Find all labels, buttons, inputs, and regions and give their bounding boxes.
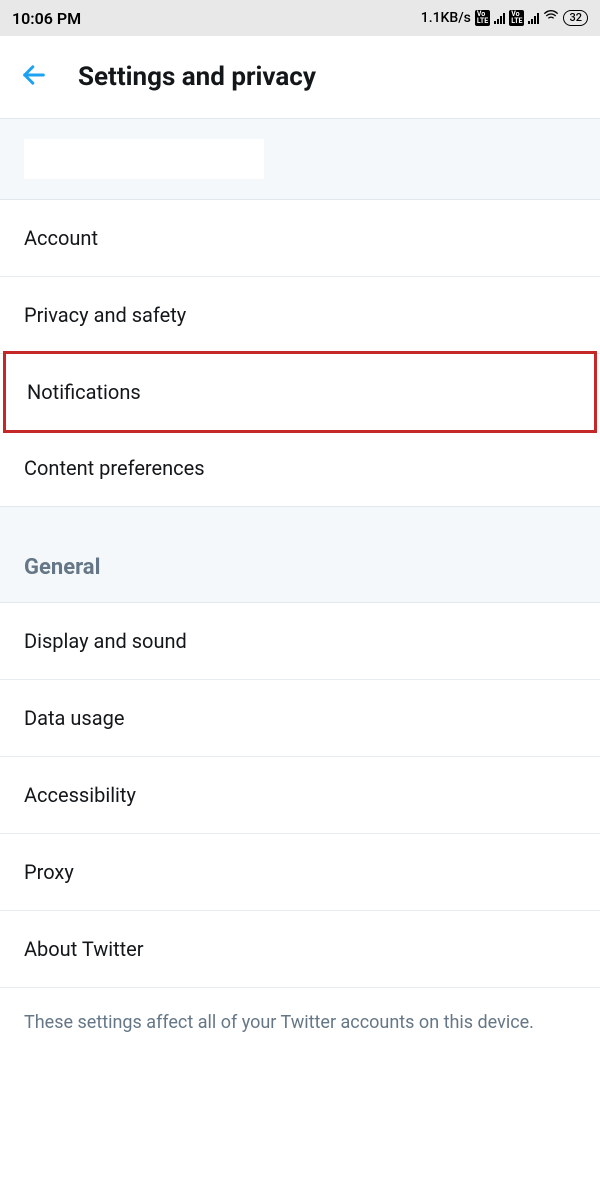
- settings-item-data-usage[interactable]: Data usage: [0, 680, 600, 757]
- username-section: [0, 118, 600, 200]
- settings-item-about[interactable]: About Twitter: [0, 911, 600, 987]
- status-bar: 10:06 PM 1.1KB/s VoLTE VoLTE 32: [0, 0, 600, 36]
- settings-list-1: Account Privacy and safety Notifications…: [0, 200, 600, 506]
- app-header: Settings and privacy: [0, 36, 600, 118]
- username-placeholder: [24, 139, 264, 179]
- signal-bars-icon-2: [528, 12, 539, 24]
- settings-item-notifications[interactable]: Notifications: [3, 351, 597, 433]
- settings-item-account[interactable]: Account: [0, 200, 600, 277]
- status-indicators: 1.1KB/s VoLTE VoLTE 32: [421, 8, 588, 28]
- signal-bars-icon-1: [494, 12, 505, 24]
- status-time: 10:06 PM: [12, 9, 81, 28]
- page-title: Settings and privacy: [78, 62, 316, 92]
- settings-item-content-preferences[interactable]: Content preferences: [0, 430, 600, 506]
- wifi-icon: [543, 8, 559, 28]
- network-speed: 1.1KB/s: [421, 10, 471, 26]
- section-header-general: General: [0, 506, 600, 603]
- back-arrow-icon[interactable]: [20, 61, 48, 93]
- settings-list-2: Display and sound Data usage Accessibili…: [0, 603, 600, 987]
- footer-note: These settings affect all of your Twitte…: [0, 987, 600, 1057]
- volte-icon-2: VoLTE: [509, 10, 524, 26]
- battery-icon: 32: [563, 10, 588, 26]
- settings-item-privacy[interactable]: Privacy and safety: [0, 277, 600, 354]
- volte-icon-1: VoLTE: [475, 10, 490, 26]
- settings-item-accessibility[interactable]: Accessibility: [0, 757, 600, 834]
- settings-item-proxy[interactable]: Proxy: [0, 834, 600, 911]
- settings-item-display-sound[interactable]: Display and sound: [0, 603, 600, 680]
